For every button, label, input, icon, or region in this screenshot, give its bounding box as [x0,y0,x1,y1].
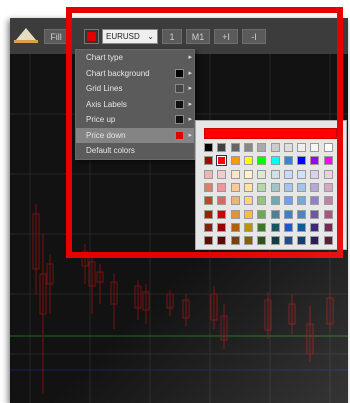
app-logo-base [14,40,38,43]
fill-button[interactable]: Fill [44,29,68,44]
app-logo-icon [16,28,36,40]
highlight-box [66,7,343,258]
